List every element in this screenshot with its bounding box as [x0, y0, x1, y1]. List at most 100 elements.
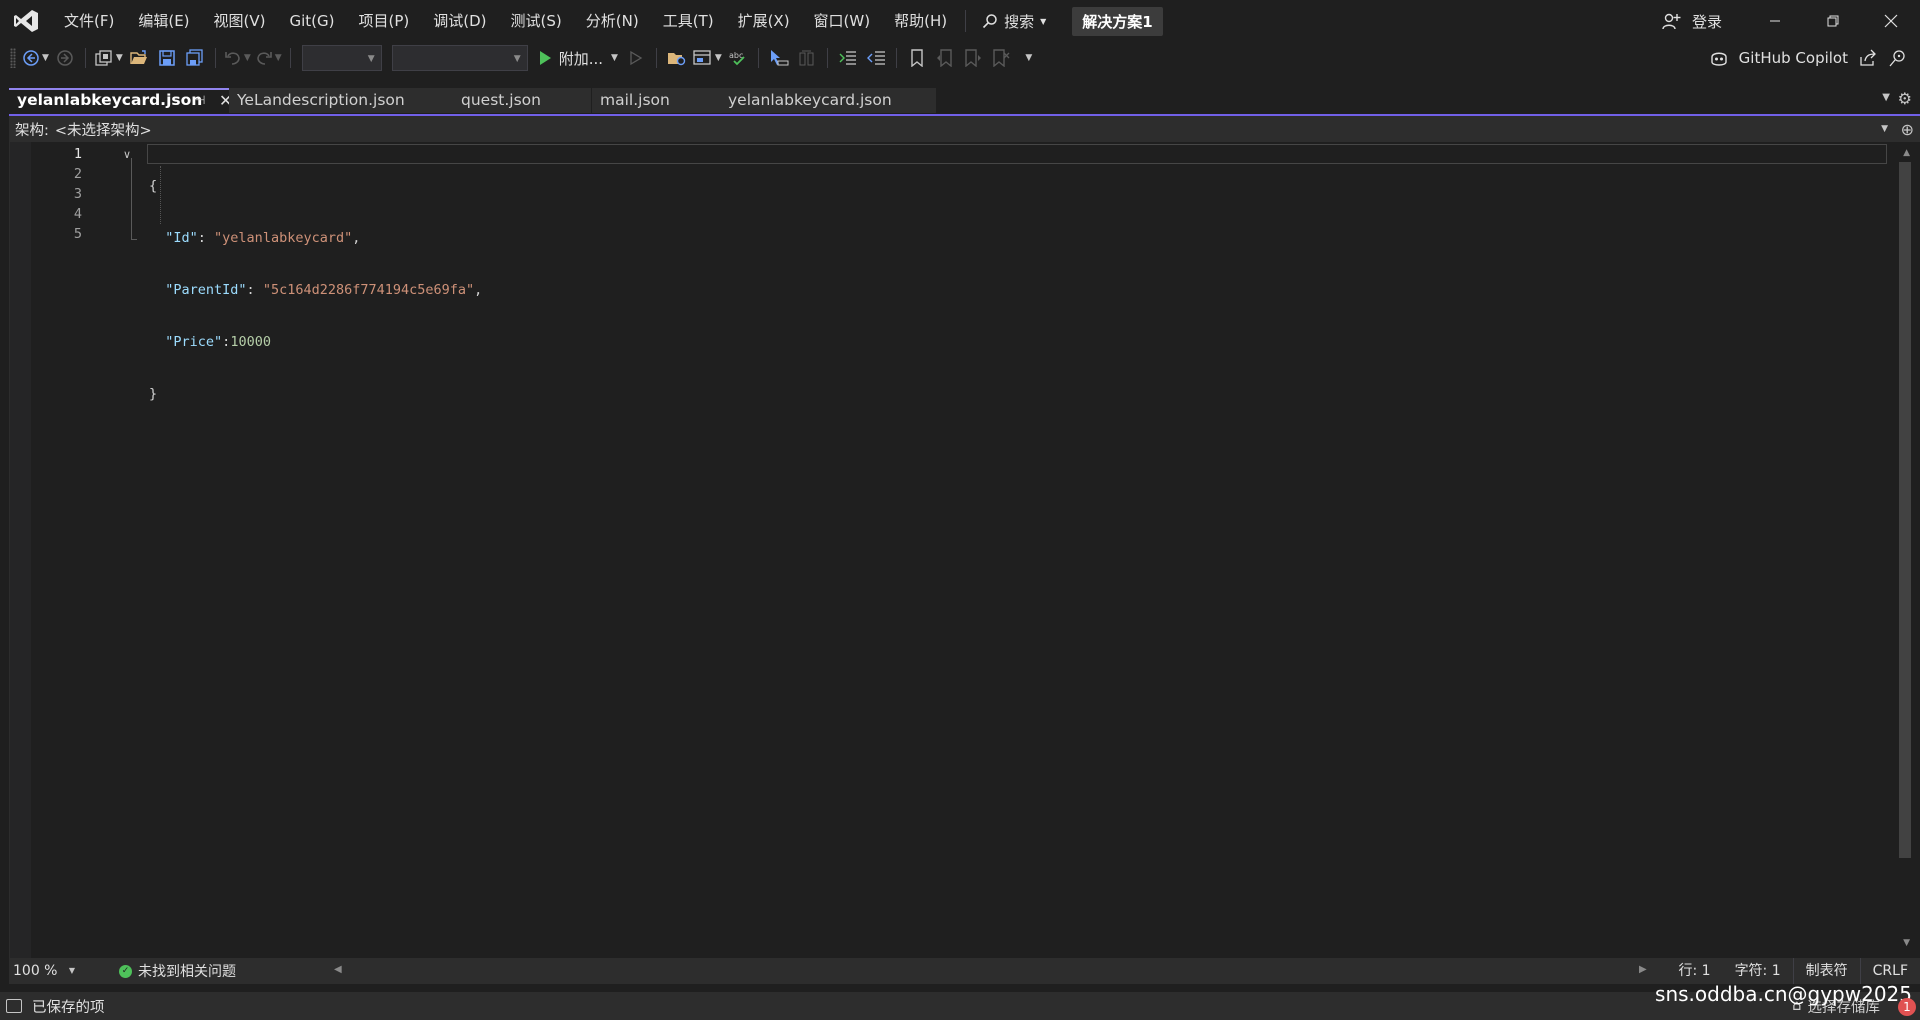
solution-name-badge[interactable]: 解决方案1 — [1072, 6, 1163, 36]
previous-bookmark-button[interactable] — [933, 44, 957, 72]
menu-help[interactable]: 帮助(H) — [882, 0, 959, 42]
schema-label: 架构: — [15, 122, 49, 139]
code-editor[interactable]: 1 2 3 4 5 ∨ { "Id": "yelanlabkeycard", "… — [9, 142, 1889, 958]
indent-mode-indicator[interactable]: 制表符 — [1792, 958, 1860, 984]
tab-list-dropdown-icon[interactable]: ▼ — [1882, 92, 1890, 103]
menu-test[interactable]: 测试(S) — [499, 0, 574, 42]
zoom-selector[interactable]: 100 % ▼ — [9, 963, 79, 979]
horizontal-scrollbar[interactable] — [349, 966, 1633, 976]
code-line: "ParentId": "5c164d2286f774194c5e69fa", — [149, 280, 482, 300]
navigate-forward-button[interactable] — [53, 44, 77, 72]
feedback-icon[interactable] — [1888, 49, 1908, 67]
tab-quest-json[interactable]: quest.json — [453, 88, 591, 113]
github-copilot-button[interactable]: GitHub Copilot — [1709, 42, 1920, 74]
issues-indicator[interactable]: ✓ 未找到相关问题 — [119, 961, 236, 981]
solution-platforms-combo[interactable]: ▼ — [391, 45, 528, 71]
toolbar-overflow-button[interactable]: ▼ — [1017, 44, 1041, 72]
spell-check-button[interactable]: abc — [726, 44, 750, 72]
save-icon — [159, 50, 175, 66]
person-add-icon — [1662, 13, 1681, 30]
menu-edit[interactable]: 编辑(E) — [126, 0, 201, 42]
start-without-debugging-button[interactable] — [624, 44, 648, 72]
collapse-chevron-icon[interactable]: ∨ — [123, 148, 131, 161]
indent-button[interactable] — [836, 44, 860, 72]
json-number-value: 10000 — [230, 334, 271, 350]
tab-yelanlabkeycard-json-2[interactable]: yelanlabkeycard.json — [720, 88, 936, 113]
back-arrow-icon — [23, 50, 39, 66]
tab-yelanlabkeycard-json-active[interactable]: yelanlabkeycard.json ⊣ ✕ — [9, 88, 232, 113]
scroll-down-arrow-icon[interactable]: ▼ — [1903, 938, 1910, 948]
check-circle-icon: ✓ — [119, 964, 132, 978]
navigate-back-button[interactable]: ▼ — [22, 44, 49, 72]
solution-configurations-combo[interactable]: ▼ — [301, 45, 382, 71]
menu-project[interactable]: 项目(P) — [347, 0, 422, 42]
minimize-icon — [1770, 20, 1780, 22]
menu-debug[interactable]: 调试(D) — [421, 0, 498, 42]
cursor-select-icon — [770, 50, 789, 66]
new-project-button[interactable]: ▼ — [94, 44, 123, 72]
code-text[interactable]: { "Id": "yelanlabkeycard", "ParentId": "… — [149, 144, 482, 436]
scroll-up-arrow-icon[interactable]: ▲ — [1903, 148, 1910, 158]
undo-button[interactable]: ▼ — [224, 44, 251, 72]
minimize-button[interactable] — [1746, 0, 1804, 42]
menu-extensions[interactable]: 扩展(X) — [726, 0, 802, 42]
close-window-button[interactable] — [1862, 0, 1920, 42]
output-window-icon[interactable] — [6, 999, 22, 1013]
menu-tools[interactable]: 工具(T) — [651, 0, 726, 42]
tab-yelandescription-json[interactable]: YeLandescription.json — [229, 88, 453, 113]
pin-icon[interactable]: ⊣ — [195, 90, 205, 111]
save-all-button[interactable] — [183, 44, 207, 72]
json-string-value: "yelanlabkeycard" — [214, 230, 353, 246]
login-button[interactable]: 登录 — [1652, 0, 1746, 42]
title-bar: 文件(F) 编辑(E) 视图(V) Git(G) 项目(P) 调试(D) 测试(… — [0, 0, 1920, 42]
toolbar-divider — [289, 48, 291, 68]
menu-git[interactable]: Git(G) — [278, 0, 347, 42]
line-ending-indicator[interactable]: CRLF — [1859, 958, 1920, 984]
split-window-icon[interactable]: ⊕ — [1901, 120, 1914, 139]
bookmark-prev-icon — [936, 49, 952, 67]
open-brace: { — [149, 178, 158, 194]
status-bar: 已保存的项 — [0, 992, 1920, 1020]
next-bookmark-button[interactable] — [961, 44, 985, 72]
redo-button[interactable]: ▼ — [255, 44, 282, 72]
vertical-scrollbar[interactable]: ▲ ▼ — [1889, 142, 1920, 958]
char-indicator[interactable]: 字符: 1 — [1723, 958, 1793, 984]
select-element-button[interactable] — [767, 44, 791, 72]
chevron-down-icon[interactable]: ▼ — [1881, 124, 1888, 134]
attach-button[interactable]: 附加... ▼ — [537, 48, 618, 69]
notification-badge[interactable]: 1 — [1898, 998, 1916, 1016]
menu-window[interactable]: 窗口(W) — [802, 0, 883, 42]
chevron-down-icon: ▼ — [274, 53, 282, 63]
scrollbar-thumb[interactable] — [1899, 162, 1911, 858]
search-button[interactable]: 搜索 ▼ — [972, 0, 1056, 42]
share-icon[interactable] — [1858, 49, 1878, 67]
save-button[interactable] — [155, 44, 179, 72]
tab-mail-json[interactable]: mail.json — [592, 88, 720, 113]
glyph-margin[interactable] — [10, 142, 31, 958]
schema-selector[interactable]: <未选择架构> — [55, 119, 152, 140]
chevron-down-icon: ▼ — [243, 53, 251, 63]
chevron-down-icon: ▼ — [367, 54, 375, 64]
scroll-left-arrow-icon[interactable]: ◀ — [334, 964, 342, 975]
toggle-bookmark-button[interactable] — [905, 44, 929, 72]
scroll-right-arrow-icon[interactable]: ▶ — [1639, 964, 1647, 975]
browser-link-button[interactable] — [795, 44, 819, 72]
clear-bookmarks-button[interactable] — [989, 44, 1013, 72]
search-icon — [983, 14, 997, 29]
bookmark-icon — [911, 49, 923, 67]
line-indicator[interactable]: 行: 1 — [1666, 958, 1722, 984]
toolbar-grip[interactable] — [10, 48, 16, 68]
outdent-button[interactable] — [864, 44, 888, 72]
menu-file[interactable]: 文件(F) — [52, 0, 126, 42]
copilot-label: GitHub Copilot — [1738, 49, 1848, 67]
open-folder-button[interactable] — [127, 44, 151, 72]
menu-analyze[interactable]: 分析(N) — [574, 0, 651, 42]
menu-view[interactable]: 视图(V) — [202, 0, 278, 42]
window-layout-icon — [693, 50, 711, 65]
line-number: 2 — [73, 166, 82, 182]
window-layout-button[interactable]: ▼ — [693, 44, 722, 72]
solution-explorer-button[interactable] — [665, 44, 689, 72]
gear-icon[interactable]: ⚙ — [1898, 89, 1912, 108]
restore-button[interactable] — [1804, 0, 1862, 42]
cursor-position-info: 行: 1 字符: 1 制表符 CRLF — [1666, 958, 1920, 984]
